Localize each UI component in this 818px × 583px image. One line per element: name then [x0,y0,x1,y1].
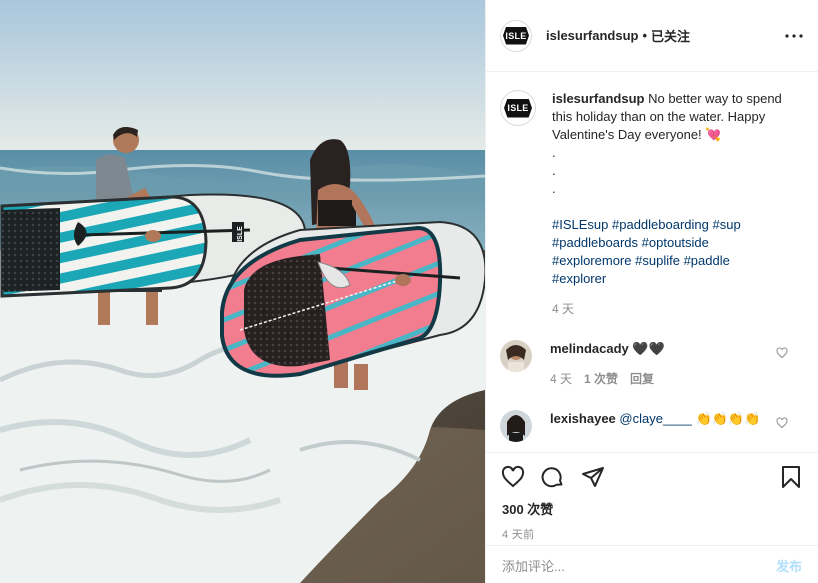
action-bar [486,453,818,501]
beach-paddleboard-photo: ISLE [0,0,485,583]
caption-hashtags: #ISLEsup #paddleboarding #sup #paddleboa… [552,216,792,288]
hashtag-link[interactable]: #suplife [635,253,680,268]
post-comment-button[interactable]: 发布 [776,556,802,575]
like-count[interactable]: 300 次赞 [486,499,818,518]
hashtag-link[interactable]: #paddle [684,253,730,268]
hashtag-link[interactable]: #paddleboards [552,235,638,250]
post-timestamp[interactable]: 4 天前 [486,526,818,542]
post-side-panel: ISLE islesurfandsup • 已关注 ISLE islesurfa… [485,0,818,583]
comment-likes[interactable]: 1 次赞 [584,370,618,388]
commenter-avatar[interactable] [500,340,532,372]
hashtag-link[interactable]: #ISLEsup [552,217,608,232]
comment-time[interactable]: 4 天 [550,370,572,388]
comment-username[interactable]: melindacady [550,341,629,356]
comment-composer: 添加评论... 发布 [486,545,818,583]
more-horizontal-icon[interactable] [784,26,804,46]
comment-text: 🖤🖤 [632,341,665,356]
comment-username[interactable]: lexishayee [550,411,616,426]
follow-status-button[interactable]: 已关注 [651,26,690,45]
svg-text:ISLE: ISLE [237,226,244,242]
caption-time[interactable]: 4 天 [552,300,792,318]
comment-body: melindacady 🖤🖤 4 天 1 次赞 回复 [550,340,665,388]
post-photo[interactable]: ISLE [0,0,485,583]
comment-like-icon[interactable] [776,416,790,430]
reply-button[interactable]: 回复 [630,370,654,388]
caption-dot: . [552,181,556,196]
post-header: ISLE islesurfandsup • 已关注 [486,0,818,72]
hashtag-link[interactable]: #paddleboarding [612,217,709,232]
caption: ISLE islesurfandsup No better way to spe… [500,90,804,318]
isle-logo-icon: ISLE [503,26,529,45]
comment-body: lexishayee @claye____ 👏👏👏👏 [550,410,760,442]
post-footer: 300 次赞 4 天前 添加评论... 发布 [486,452,818,574]
comment-meta: 4 天 1 次赞 回复 [550,370,665,388]
comment-bubble-icon[interactable] [540,464,566,490]
hashtag-link[interactable]: #optoutside [642,235,709,250]
comment-text: 👏👏👏👏 [695,411,761,426]
hashtag-link[interactable]: #sup [713,217,741,232]
comment-mention[interactable]: @claye____ [619,411,691,426]
paper-plane-icon[interactable] [580,464,606,490]
instagram-post: ISLE ISLE islesurfandsup • 已关注 ISLE isle… [0,0,818,583]
comment-like-icon[interactable] [776,346,790,360]
commenter-avatar[interactable] [500,410,532,442]
caption-dot: . [552,145,556,160]
author-avatar[interactable]: ISLE [500,19,532,52]
comment-item: melindacady 🖤🖤 4 天 1 次赞 回复 [500,340,804,388]
caption-username[interactable]: islesurfandsup [552,91,644,106]
comments-list[interactable]: ISLE islesurfandsup No better way to spe… [486,72,818,452]
caption-dot: . [552,163,556,178]
caption-body: islesurfandsup No better way to spend th… [552,90,792,318]
separator-dot: • [642,28,648,43]
caption-avatar[interactable]: ISLE [500,90,536,126]
author-username[interactable]: islesurfandsup [546,28,638,43]
bookmark-icon[interactable] [778,464,804,490]
hashtag-link[interactable]: #exploremore [552,253,632,268]
comment-input[interactable]: 添加评论... [502,556,565,575]
heart-outline-icon[interactable] [500,464,526,490]
isle-logo-icon: ISLE [504,98,532,118]
hashtag-link[interactable]: #explorer [552,271,606,286]
comment-item: lexishayee @claye____ 👏👏👏👏 [500,410,804,442]
